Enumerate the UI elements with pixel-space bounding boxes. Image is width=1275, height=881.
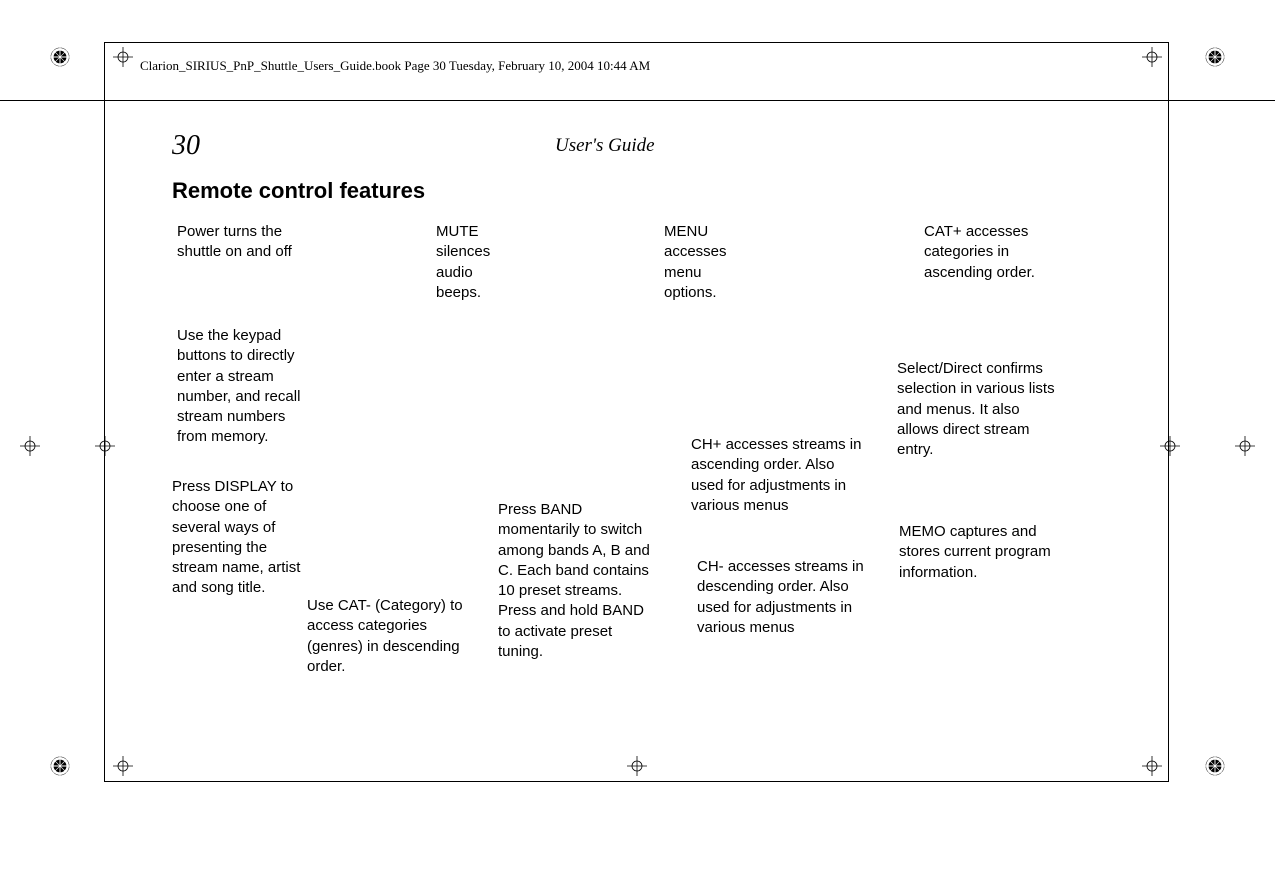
crosshair-icon <box>95 436 115 456</box>
power-description: Power turns the shuttle on and off <box>177 222 297 263</box>
crosshair-icon <box>1142 756 1162 776</box>
crosshair-icon <box>1235 436 1255 456</box>
memo-description: MEMO captures and stores current program… <box>899 522 1059 583</box>
ch-minus-description: CH- accesses streams in descending order… <box>697 557 872 638</box>
keypad-description: Use the keypad buttons to directly enter… <box>177 326 307 448</box>
top-rule <box>0 100 1275 101</box>
cat-plus-description: CAT+ accesses categories in ascending or… <box>924 222 1064 283</box>
guide-title: User's Guide <box>555 135 655 157</box>
crosshair-icon <box>113 756 133 776</box>
header-bookmark: Clarion_SIRIUS_PnP_Shuttle_Users_Guide.b… <box>140 58 650 74</box>
ch-plus-description: CH+ accesses streams in ascending order.… <box>691 435 866 516</box>
cat-minus-description: Use CAT- (Category) to access categories… <box>307 596 472 677</box>
registration-mark-icon <box>49 755 71 777</box>
crosshair-icon <box>113 47 133 67</box>
registration-mark-icon <box>1204 46 1226 68</box>
section-title: Remote control features <box>172 178 425 204</box>
registration-mark-icon <box>1204 755 1226 777</box>
crosshair-icon <box>20 436 40 456</box>
menu-description: MENU accesses menu options. <box>664 222 754 303</box>
display-description: Press DISPLAY to choose one of several w… <box>172 477 307 599</box>
crosshair-icon <box>1160 436 1180 456</box>
band-description: Press BAND momentarily to switch among b… <box>498 500 658 662</box>
page-number: 30 <box>172 130 200 162</box>
mute-description: MUTE silences audio beeps. <box>436 222 516 303</box>
crosshair-icon <box>1142 47 1162 67</box>
select-direct-description: Select/Direct confirms selection in vari… <box>897 359 1062 460</box>
registration-mark-icon <box>49 46 71 68</box>
crosshair-icon <box>627 756 647 776</box>
